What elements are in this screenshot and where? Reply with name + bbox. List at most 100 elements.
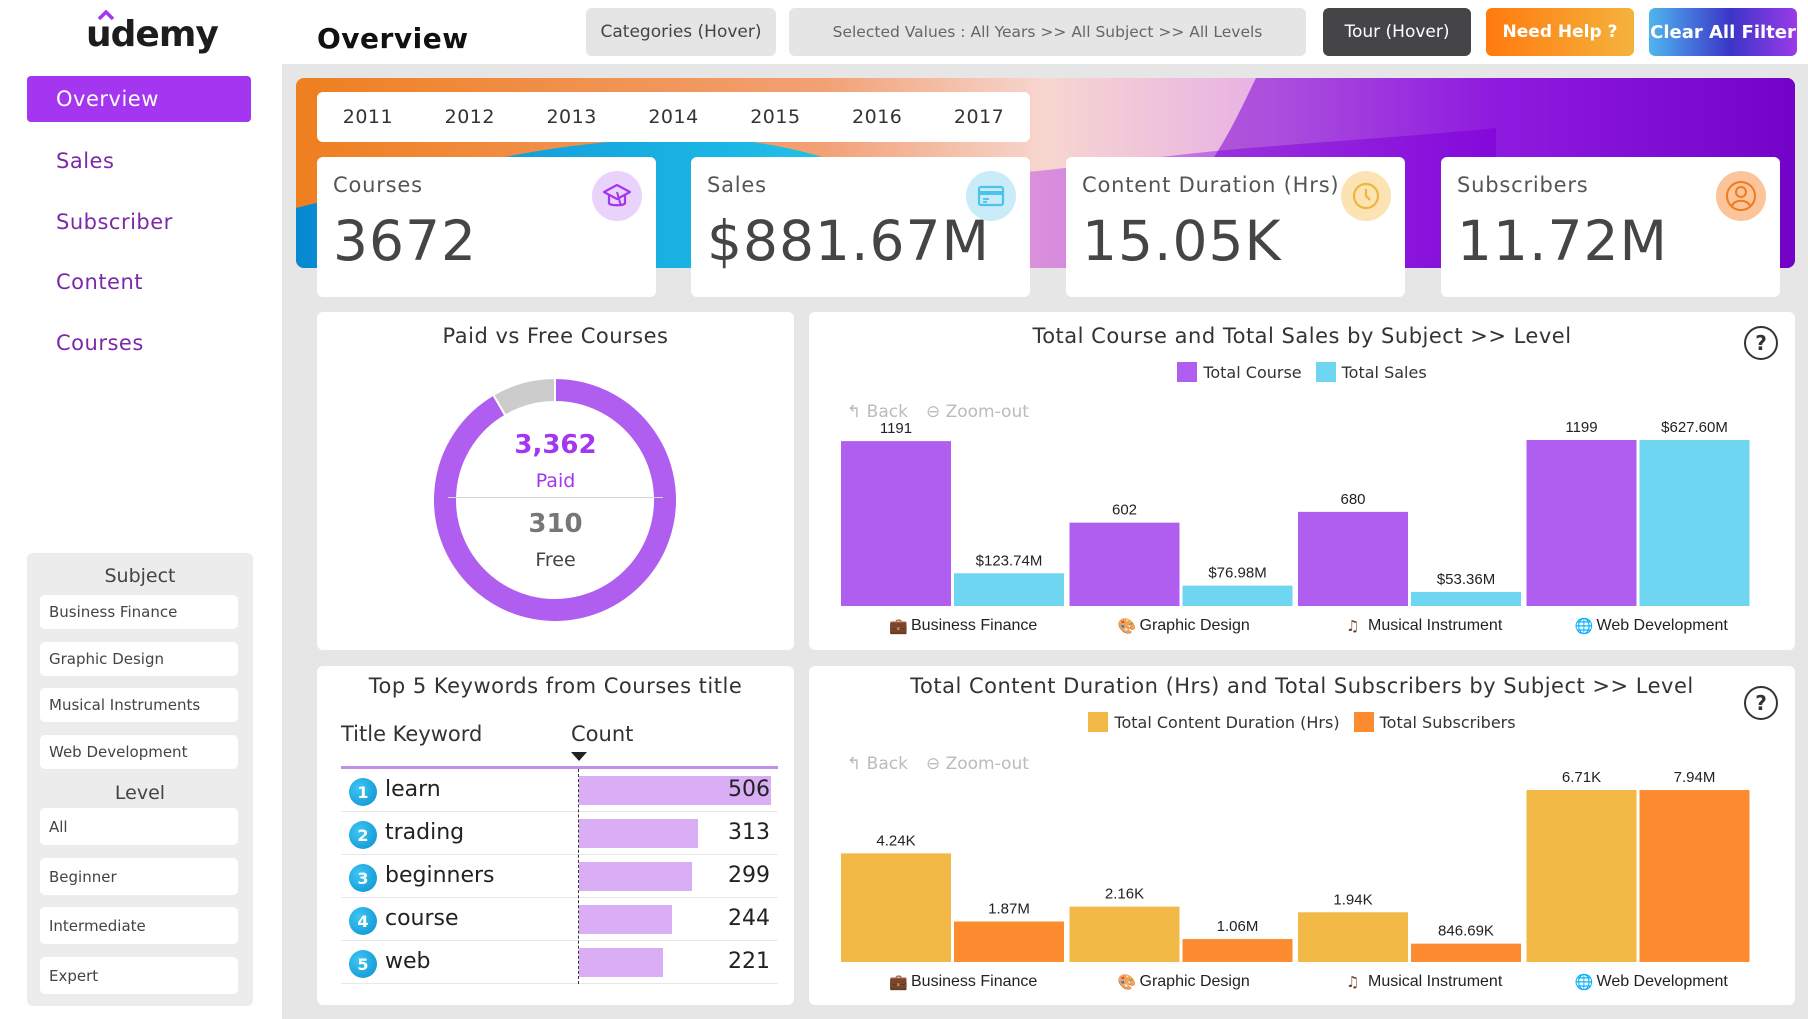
count-bar xyxy=(579,905,672,934)
data-label: 2.16K xyxy=(1105,886,1144,903)
keyword-row[interactable]: 3 beginners 299 xyxy=(341,856,778,898)
col-header-count[interactable]: Count xyxy=(571,722,633,746)
nav-overview[interactable]: Overview xyxy=(27,76,251,122)
bar-total-sales-business-finance[interactable] xyxy=(954,573,1064,606)
count-value: 313 xyxy=(728,820,770,845)
data-label: 846.69K xyxy=(1438,923,1494,940)
x-axis-label[interactable]: Musical Instrument xyxy=(1368,617,1503,634)
year-2011[interactable]: 2011 xyxy=(317,106,419,128)
free-value: 310 xyxy=(528,509,583,539)
bar-total-content-duration-hrs--web-development[interactable] xyxy=(1526,790,1637,962)
year-2017[interactable]: 2017 xyxy=(928,106,1030,128)
year-2015[interactable]: 2015 xyxy=(724,106,826,128)
bar-total-content-duration-hrs--business-finance[interactable] xyxy=(841,853,951,962)
bar-total-course-graphic-design[interactable] xyxy=(1069,522,1180,606)
year-2014[interactable]: 2014 xyxy=(623,106,725,128)
count-bar xyxy=(579,862,693,891)
keyword-row[interactable]: 4 course 244 xyxy=(341,899,778,941)
x-axis-label[interactable]: Graphic Design xyxy=(1140,973,1250,990)
level-intermediate[interactable]: Intermediate xyxy=(40,907,238,944)
kpi-value: 11.72M xyxy=(1457,209,1668,273)
bar-total-content-duration-hrs--graphic-design[interactable] xyxy=(1069,906,1180,962)
x-axis-label[interactable]: Musical Instrument xyxy=(1368,973,1503,990)
subject-web-development[interactable]: Web Development xyxy=(40,735,238,769)
bar-chart-svg: 4.24K 1.87M 💼 Business Finance 2.16K 1.06M 🎨 Gr… xyxy=(841,769,1750,991)
nav-subscriber[interactable]: Subscriber xyxy=(27,199,251,245)
bar-total-course-musical-instrument[interactable] xyxy=(1298,511,1408,606)
rank-badge-icon: 3 xyxy=(349,864,377,892)
briefcase-icon: 💼 xyxy=(889,617,908,635)
count-value: 221 xyxy=(728,949,770,974)
keyword-row[interactable]: 1 learn 506 xyxy=(341,770,778,812)
selected-values-display: Selected Values : All Years >> All Subje… xyxy=(789,8,1306,56)
year-2016[interactable]: 2016 xyxy=(826,106,928,128)
keyword-row[interactable]: 5 web 221 xyxy=(341,942,778,984)
bar-total-subscribers-graphic-design[interactable] xyxy=(1182,939,1293,962)
paid-vs-free-panel: Paid vs Free Courses 3,362 Paid 310 Free xyxy=(317,312,794,650)
count-bar xyxy=(579,819,698,848)
bar-total-content-duration-hrs--musical-instrument[interactable] xyxy=(1298,912,1408,962)
level-beginner[interactable]: Beginner xyxy=(40,858,238,895)
keyword-text: learn xyxy=(385,777,441,802)
kpi-courses: Courses 3672 xyxy=(317,157,656,297)
level-expert[interactable]: Expert xyxy=(40,957,238,994)
bar-total-sales-graphic-design[interactable] xyxy=(1182,585,1293,606)
briefcase-icon: 💼 xyxy=(889,973,908,991)
count-value: 506 xyxy=(728,777,770,802)
bar-total-subscribers-web-development[interactable] xyxy=(1639,790,1750,962)
donut-divider xyxy=(448,497,663,498)
clear-all-filter-button[interactable]: Clear All Filter xyxy=(1649,8,1797,56)
x-axis-label[interactable]: Web Development xyxy=(1597,617,1729,634)
col-header-keyword[interactable]: Title Keyword xyxy=(341,722,482,746)
kpi-label: Sales xyxy=(707,173,767,197)
sort-desc-icon xyxy=(571,752,587,761)
kpi-label: Subscribers xyxy=(1457,173,1589,197)
x-axis-label[interactable]: Graphic Design xyxy=(1140,617,1250,634)
subject-business-finance[interactable]: Business Finance xyxy=(40,595,238,629)
panel-title: Top 5 Keywords from Courses title xyxy=(368,674,743,698)
nav-sales[interactable]: Sales xyxy=(27,138,251,184)
count-value: 299 xyxy=(728,863,770,888)
logo-hat-icon xyxy=(97,10,115,20)
year-2013[interactable]: 2013 xyxy=(521,106,623,128)
bar-total-course-web-development[interactable] xyxy=(1526,440,1637,606)
bar-total-subscribers-musical-instrument[interactable] xyxy=(1411,943,1521,962)
keyword-text: course xyxy=(385,906,459,931)
music-note-icon: ♫ xyxy=(1346,973,1359,991)
x-axis-label[interactable]: Web Development xyxy=(1597,973,1729,990)
nav-courses[interactable]: Courses xyxy=(27,320,251,366)
level-all[interactable]: All xyxy=(40,808,238,845)
need-help-button[interactable]: Need Help ? xyxy=(1486,8,1634,56)
keyword-row[interactable]: 2 trading 313 xyxy=(341,813,778,855)
data-label: 1.87M xyxy=(988,900,1030,917)
rank-badge-icon: 2 xyxy=(349,821,377,849)
data-label: 1191 xyxy=(880,420,912,437)
subject-musical-instruments[interactable]: Musical Instruments xyxy=(40,688,238,722)
data-label: 1.06M xyxy=(1217,918,1259,935)
count-bar xyxy=(579,948,663,977)
data-label: $627.60M xyxy=(1661,419,1728,436)
level-heading: Level xyxy=(114,782,166,804)
x-axis-label[interactable]: Business Finance xyxy=(911,973,1037,990)
bar-total-sales-web-development[interactable] xyxy=(1639,440,1750,606)
bar-total-subscribers-business-finance[interactable] xyxy=(954,921,1064,962)
tour-button[interactable]: Tour (Hover) xyxy=(1323,8,1471,56)
data-label: 602 xyxy=(1112,502,1137,519)
subject-graphic-design[interactable]: Graphic Design xyxy=(40,642,238,676)
bar-total-sales-musical-instrument[interactable] xyxy=(1411,591,1521,606)
donut-slice-paid[interactable] xyxy=(432,376,678,623)
bar-axis-line xyxy=(578,769,579,984)
udemy-logo: udemy xyxy=(86,14,219,55)
top-keywords-panel: Top 5 Keywords from Courses title Title … xyxy=(317,666,794,1005)
x-axis-label[interactable]: Business Finance xyxy=(911,617,1037,634)
categories-hover-button[interactable]: Categories (Hover) xyxy=(586,8,776,56)
duration-subscribers-chart-panel: Total Content Duration (Hrs) and Total S… xyxy=(809,666,1795,1005)
nav-content[interactable]: Content xyxy=(27,259,251,305)
filter-panel: Subject Business Finance Graphic Design … xyxy=(27,553,253,1006)
header-underline xyxy=(341,766,778,769)
year-2012[interactable]: 2012 xyxy=(419,106,521,128)
donut-slice-free[interactable] xyxy=(491,376,556,417)
bar-total-course-business-finance[interactable] xyxy=(841,441,951,606)
page-title: Overview xyxy=(317,22,469,55)
kpi-value: 3672 xyxy=(333,209,477,273)
